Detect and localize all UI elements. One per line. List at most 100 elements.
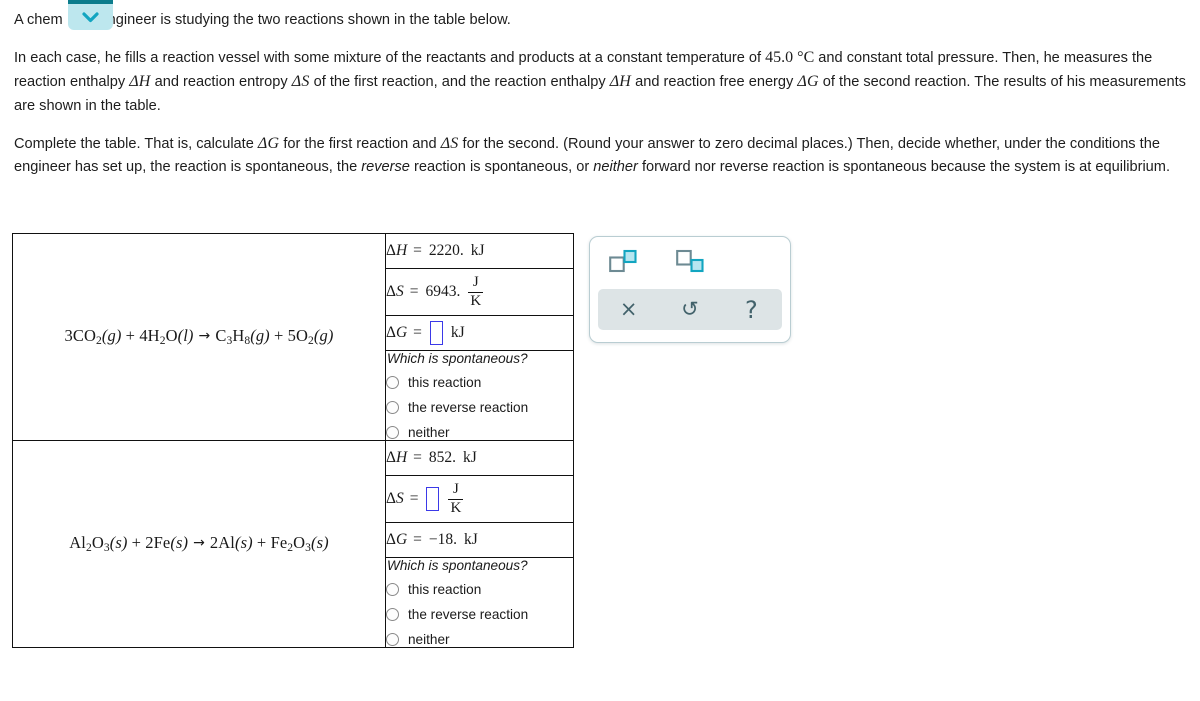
formula: O (293, 533, 306, 553)
spontaneity-question-2: Which is spontaneous? (387, 558, 528, 573)
dropdown-overlay[interactable] (68, 0, 113, 30)
subscript-button[interactable] (673, 247, 707, 280)
spontaneity-choices-cell-1: Which is spontaneous? this reaction the … (385, 350, 574, 441)
symbol-delta-s-2: ΔS (440, 134, 459, 152)
equals-sign: = (413, 449, 422, 466)
free-energy-input-1[interactable] (429, 321, 443, 345)
radio-button-icon[interactable] (386, 426, 399, 439)
superscript-icon (608, 249, 638, 278)
math-input-toolbar: × ↺ ? (589, 236, 791, 343)
free-energy-value-2: −18. (428, 531, 458, 548)
plus: + (127, 533, 146, 553)
problem-statement: A chem ngineer is studying the two reacti… (0, 0, 1200, 178)
undo-button[interactable]: ↺ (666, 291, 714, 329)
superscript-button[interactable] (606, 247, 640, 280)
toolbar-format-row (590, 237, 790, 289)
radio-label: the reverse reaction (408, 400, 529, 415)
radio-option-this-reaction-1[interactable]: this reaction (386, 375, 573, 390)
state: (s) (311, 533, 329, 553)
table-row: Al2O3(s) + 2Fe(s) → 2Al(s) + Fe2O3(s) ΔH =… (12, 440, 574, 648)
enthalpy-cell-2: ΔH = 852. kJ (385, 440, 574, 476)
formula: H (147, 326, 160, 346)
unit-numerator: J (453, 481, 459, 498)
instr-text-1: Complete the table. That is, calculate (14, 135, 258, 152)
paragraph-instructions: Complete the table. That is, calculate Δ… (14, 132, 1186, 178)
radio-button-icon[interactable] (386, 401, 399, 414)
equals-sign: = (413, 242, 422, 259)
enthalpy-value-2: 852. (428, 449, 457, 466)
coef: 4 (139, 326, 148, 346)
radio-option-reverse-reaction-2[interactable]: the reverse reaction (386, 607, 573, 622)
subscript-icon (675, 249, 705, 278)
reaction-arrow-icon: → (193, 535, 205, 552)
clear-button[interactable]: × (605, 291, 653, 329)
state: (g) (313, 326, 334, 346)
plus: + (121, 326, 140, 346)
state: (l) (177, 326, 194, 346)
formula: O (91, 533, 104, 553)
help-button[interactable]: ? (727, 291, 775, 329)
state: (s) (234, 533, 253, 553)
symbol-delta-h-2: ΔH (609, 73, 632, 91)
radio-button-icon[interactable] (386, 633, 399, 646)
equals-sign: = (413, 531, 422, 548)
intro-before: A chem (14, 12, 63, 28)
reaction-equation-cell-2: Al2O3(s) + 2Fe(s) → 2Al(s) + Fe2O3(s) (12, 440, 386, 648)
entropy-symbol-2: ΔS (386, 490, 404, 507)
undo-icon: ↺ (681, 297, 699, 321)
symbol-delta-s-1: ΔS (291, 73, 310, 91)
free-energy-row-1: ΔG = kJ (386, 321, 573, 345)
enthalpy-cell-1: ΔH = 2220. kJ (385, 233, 574, 269)
enthalpy-row-2: ΔH = 852. kJ (386, 449, 573, 467)
coef: 3 (64, 326, 73, 346)
formula: Fe (153, 533, 171, 553)
plus: + (252, 533, 271, 553)
radio-option-this-reaction-2[interactable]: this reaction (386, 582, 573, 597)
enthalpy-unit-1: kJ (470, 242, 485, 259)
entropy-unit-1: J K (460, 274, 484, 309)
entropy-row-2: ΔS = J K (386, 481, 573, 516)
radio-button-icon[interactable] (386, 583, 399, 596)
coef: 5 (287, 326, 296, 346)
entropy-value-1: 6943. (425, 283, 461, 300)
free-energy-symbol-2: ΔG (386, 531, 408, 548)
enthalpy-unit-2: kJ (463, 449, 477, 466)
formula: C (215, 326, 227, 346)
instr-text-2: for the first reaction and (279, 135, 441, 152)
radio-option-reverse-reaction-1[interactable]: the reverse reaction (386, 400, 573, 415)
close-icon: × (619, 297, 638, 321)
formula: Fe (270, 533, 288, 553)
temperature-value: 45.0 °C (765, 49, 815, 67)
radio-button-icon[interactable] (386, 608, 399, 621)
formula: Al (218, 533, 235, 553)
unit-denominator: K (470, 292, 482, 309)
free-energy-cell-2: ΔG = −18. kJ (385, 522, 574, 558)
paragraph-intro: A chem ngineer is studying the two reacti… (14, 0, 1186, 31)
radio-option-neither-1[interactable]: neither (386, 425, 573, 440)
free-energy-row-2: ΔG = −18. kJ (386, 531, 573, 549)
intro-after: ngineer is studying the two reactions sh… (107, 12, 511, 28)
symbol-delta-h-1: ΔH (129, 73, 151, 91)
spontaneity-choices-cell-2: Which is spontaneous? this reaction the … (385, 557, 574, 648)
radio-button-icon[interactable] (386, 376, 399, 389)
table-row: 3CO2(g) + 4H2O(l) → C3H8(g) + 5O2(g) ΔH = … (12, 233, 574, 441)
entropy-input-2[interactable] (426, 487, 440, 511)
equals-sign: = (413, 324, 422, 341)
plus: + (269, 326, 288, 346)
state: (s) (170, 533, 189, 553)
free-energy-unit-2: kJ (464, 531, 478, 548)
setup-text-3: and reaction entropy (150, 74, 292, 91)
spontaneity-question-1: Which is spontaneous? (387, 351, 528, 366)
enthalpy-value-1: 2220. (428, 242, 464, 259)
symbol-delta-g-1: ΔG (797, 73, 819, 91)
free-energy-unit-1: kJ (450, 324, 465, 341)
unit-denominator: K (450, 499, 462, 516)
formula: O (295, 326, 309, 346)
coef: 2 (145, 533, 154, 553)
setup-text-1: In each case, he fills a reaction vessel… (14, 50, 766, 67)
entropy-unit-2: J K (440, 481, 464, 516)
paragraph-setup: In each case, he fills a reaction vessel… (14, 46, 1186, 117)
enthalpy-symbol-2: ΔH (386, 449, 408, 466)
entropy-cell-1: ΔS = 6943. J K (385, 268, 574, 316)
radio-option-neither-2[interactable]: neither (386, 632, 573, 647)
